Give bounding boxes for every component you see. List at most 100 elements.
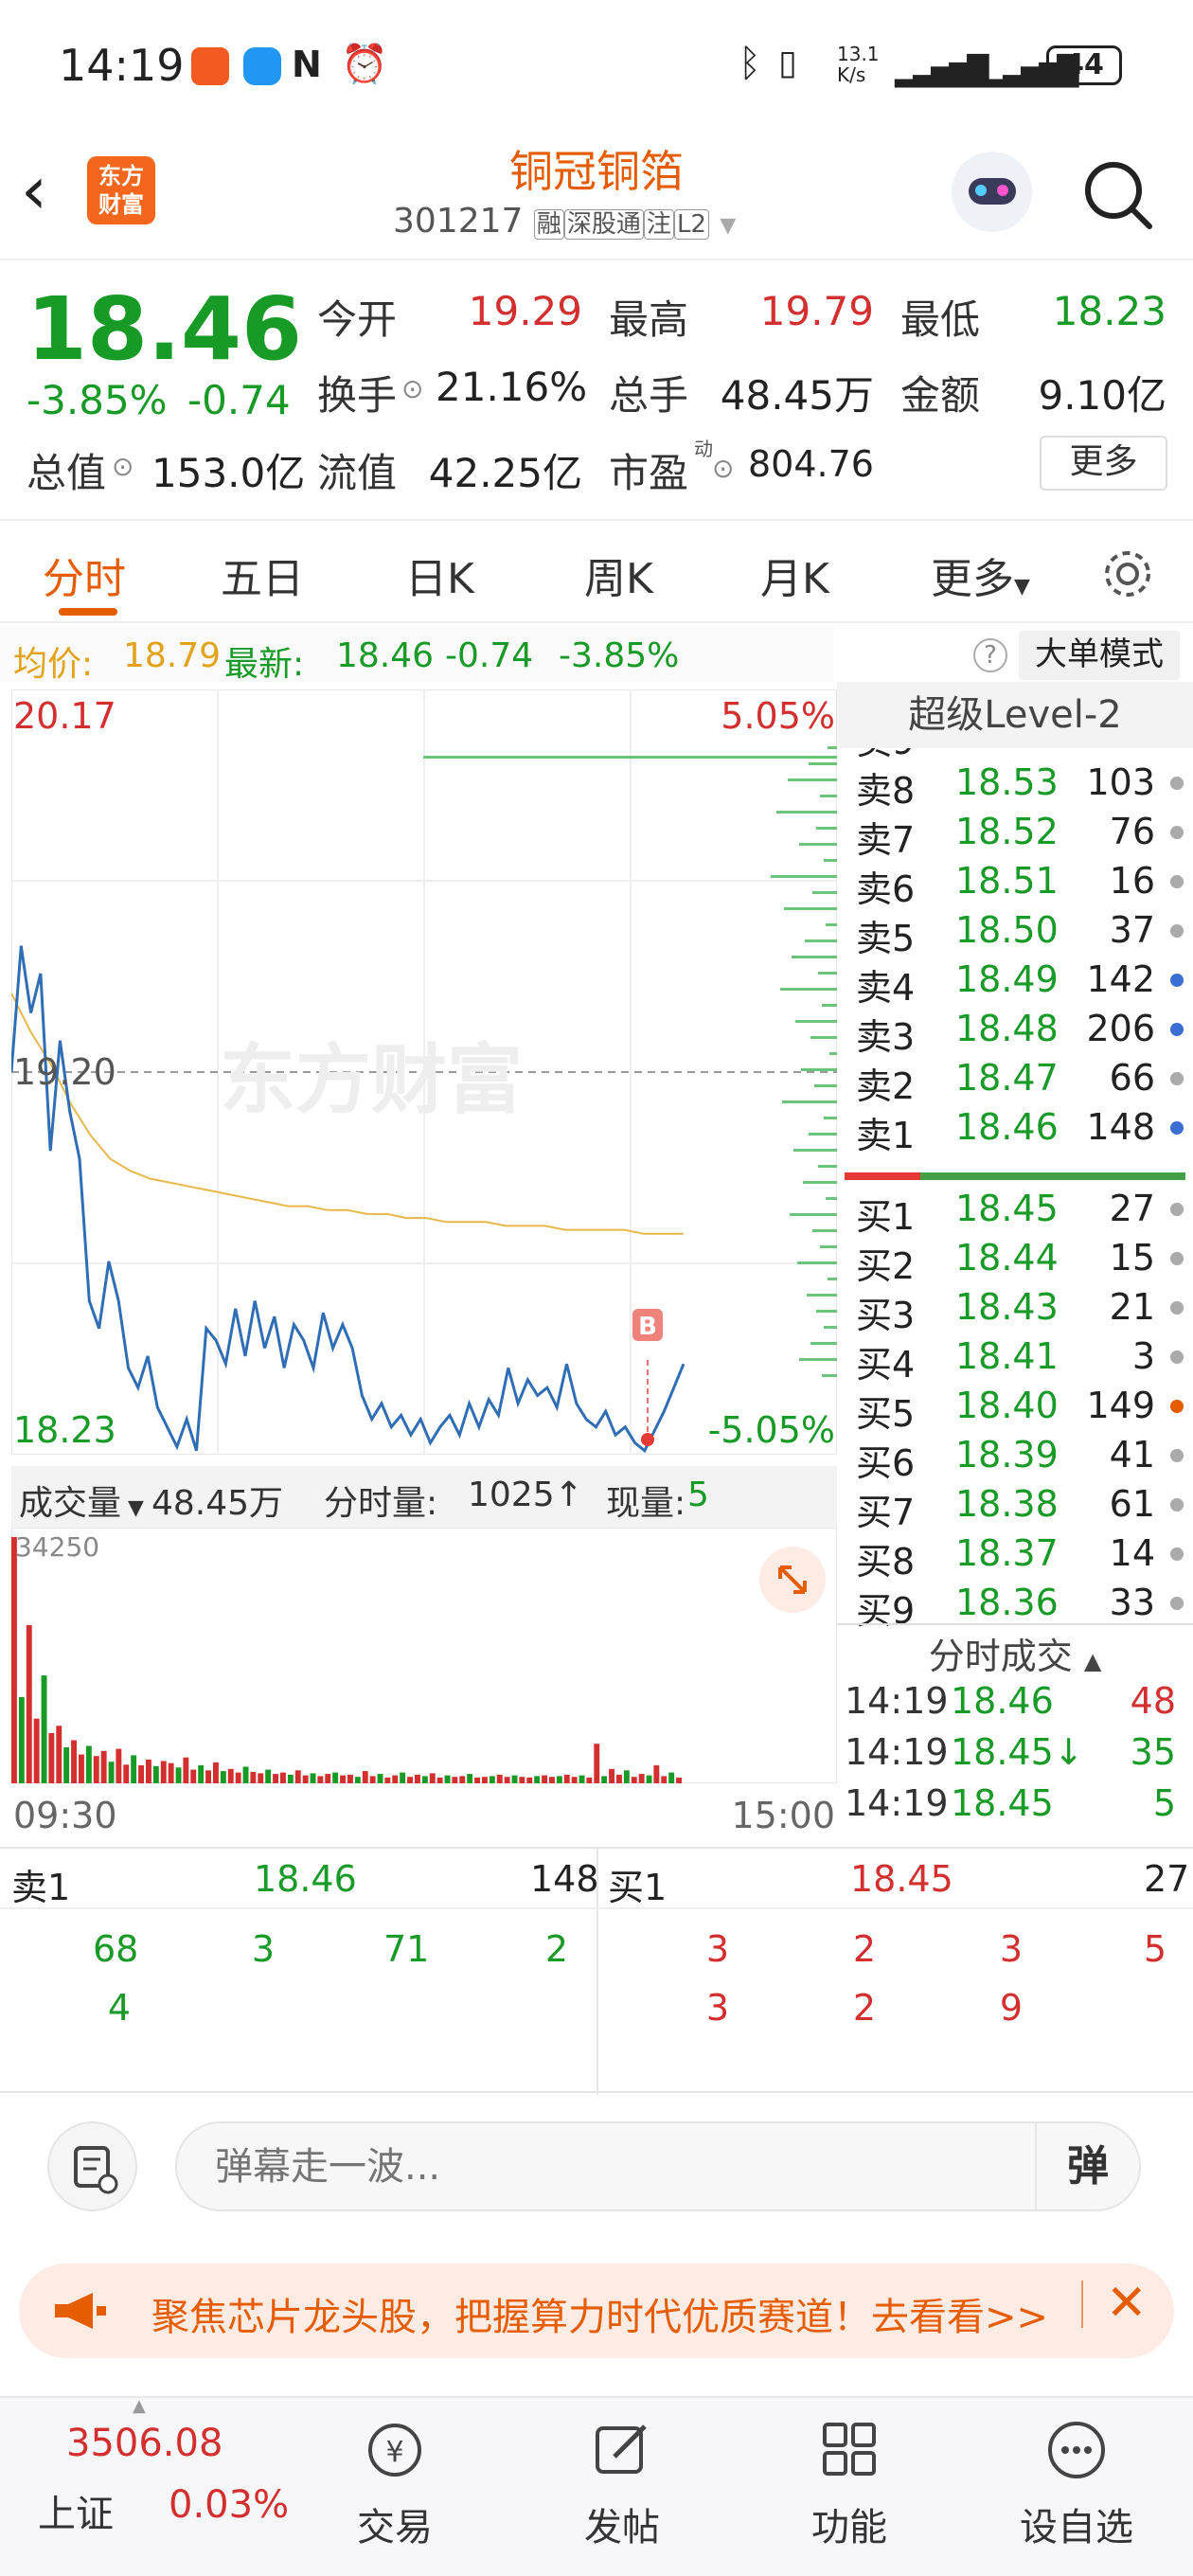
ask-row[interactable]: 卖7 18.52 76 <box>846 811 1193 861</box>
bid-level-label: 买3 <box>856 1295 916 1336</box>
volume-bar <box>18 1696 25 1783</box>
index-pct[interactable]: 0.03% <box>169 2483 289 2527</box>
volume-bar <box>294 1770 301 1783</box>
nav-add-watchlist[interactable]: 设自选 <box>1001 2417 1152 2551</box>
danmu-input[interactable] <box>175 2121 1037 2211</box>
order-dot-icon <box>1170 1449 1184 1462</box>
comment-settings-icon[interactable] <box>47 2121 137 2211</box>
robot-assistant-icon[interactable] <box>952 152 1032 232</box>
pe-value: 804.76 <box>748 443 874 485</box>
bid-price: 18.44 <box>955 1237 1059 1279</box>
info-icon: ⊙ <box>401 373 424 404</box>
bid-row[interactable]: 买8 18.37 14 <box>846 1532 1193 1583</box>
volume-bar <box>436 1777 443 1783</box>
buy-queue-order: 9 <box>999 1987 1023 2029</box>
ask-level-label: 卖7 <box>856 819 916 861</box>
bid-row[interactable]: 买7 18.38 61 <box>846 1483 1193 1533</box>
depth-bar <box>799 843 837 846</box>
volume-bar <box>310 1773 316 1783</box>
gear-icon[interactable] <box>1098 545 1157 603</box>
more-button[interactable]: 更多 <box>1040 436 1167 491</box>
ask-row[interactable]: 卖4 18.49 142 <box>846 958 1193 1009</box>
depth-bar <box>810 1342 837 1345</box>
status-bar: 14:19 N ⏰ ᛒ ▯ 13.1 K/s ▂▃▅▆█ ▂▃▅▆█ 44 <box>0 0 1193 137</box>
depth-bar <box>824 1326 837 1329</box>
ask-row[interactable]: 卖5 18.50 37 <box>846 909 1193 959</box>
index-name[interactable]: 上证 <box>38 2483 114 2538</box>
volume-bar <box>280 1772 286 1783</box>
tab-monthly-k[interactable]: 月K <box>760 545 829 605</box>
y-bottom-label: 18.23 <box>13 1409 116 1451</box>
close-icon[interactable]: ✕ <box>1106 2275 1148 2332</box>
bid-level-label: 买7 <box>856 1492 916 1533</box>
intraday-summary: 均价: 18.79 最新: 18.46 -0.74 -3.85% <box>0 627 833 684</box>
tab-weekly-k[interactable]: 周K <box>584 545 653 605</box>
bid-row[interactable]: 买5 18.40 149 <box>846 1385 1193 1435</box>
app-notification-icon <box>191 47 229 85</box>
bid-level-label: 买6 <box>856 1442 916 1484</box>
volume-bar <box>459 1776 466 1783</box>
volume-bar <box>467 1774 473 1783</box>
amount-value: 9.10亿 <box>1038 372 1166 419</box>
float-label: 流值 <box>317 450 398 496</box>
depth-bar <box>780 988 837 991</box>
trade-time: 14:19 <box>845 1680 949 1722</box>
depth-bar <box>776 811 837 814</box>
volume-selector[interactable]: 成交量 ▼ <box>19 1476 144 1525</box>
nav-trade[interactable]: ¥ 交易 <box>319 2417 471 2551</box>
bid-row[interactable]: 买3 18.43 21 <box>846 1286 1193 1336</box>
volume-bar <box>616 1774 622 1783</box>
tab-five-day[interactable]: 五日 <box>221 545 304 605</box>
bid-price: 18.39 <box>955 1434 1059 1476</box>
big-order-button[interactable]: 大单模式 <box>1019 631 1180 680</box>
depth-bar <box>816 827 837 830</box>
mktcap-label: 总值 <box>27 450 107 496</box>
order-dot-icon <box>1170 1301 1184 1315</box>
order-dot-icon <box>1170 1072 1184 1085</box>
help-icon[interactable]: ? <box>973 638 1007 672</box>
status-time: 14:19 <box>59 40 185 91</box>
bid-row[interactable]: 买6 18.39 41 <box>846 1434 1193 1484</box>
search-icon[interactable] <box>1079 156 1155 232</box>
ask-level-label: 卖8 <box>856 770 916 812</box>
intraday-chart[interactable]: 东方财富 B 20.17 19.20 18.23 5.05% -5.05% <box>11 689 837 1455</box>
danmu-button[interactable]: 弹 <box>1037 2121 1141 2211</box>
ask-row[interactable]: 卖8 18.53 103 <box>846 761 1193 812</box>
bid-row[interactable]: 买4 18.41 3 <box>846 1335 1193 1386</box>
ask-volume: 76 <box>1109 811 1155 852</box>
net-speed: 13.1 K/s <box>837 43 880 86</box>
last-pct: -3.85% <box>559 636 680 675</box>
y-mid-label: 19.20 <box>13 1051 116 1093</box>
expand-icon[interactable] <box>759 1547 826 1613</box>
volume-bar <box>71 1740 77 1783</box>
ask-row[interactable]: 卖1 18.46 148 <box>846 1106 1193 1156</box>
index-value[interactable]: 3506.08 <box>66 2422 223 2465</box>
nav-functions[interactable]: 功能 <box>774 2417 925 2551</box>
ask-volume: 206 <box>1086 1008 1155 1049</box>
bid-row[interactable]: 买2 18.44 15 <box>846 1237 1193 1287</box>
depth-bar <box>797 1261 837 1264</box>
ask-level-label: 卖5 <box>856 918 916 959</box>
tab-intraday[interactable]: 分时 <box>43 545 126 605</box>
nav-post[interactable]: 发帖 <box>546 2417 698 2551</box>
ask-row[interactable]: 卖2 18.47 66 <box>846 1057 1193 1107</box>
bid-volume: 149 <box>1086 1385 1155 1426</box>
avg-value: 18.79 <box>123 636 222 675</box>
promo-banner[interactable]: 聚焦芯片龙头股，把握算力时代优质赛道！去看看>> ✕ <box>19 2263 1174 2358</box>
volume-bar <box>63 1747 70 1783</box>
ask-row[interactable]: 卖3 18.48 206 <box>846 1008 1193 1058</box>
bid-volume: 3 <box>1131 1335 1155 1377</box>
tab-daily-k[interactable]: 日K <box>405 545 474 605</box>
volume-bar <box>579 1775 585 1783</box>
depth-bar <box>812 1229 837 1232</box>
ask-pressure-bar <box>845 1172 920 1180</box>
volume-bar <box>131 1755 137 1783</box>
dropdown-icon: ▼ <box>720 214 737 238</box>
bid-row[interactable]: 买1 18.45 27 <box>846 1188 1193 1238</box>
tab-more[interactable]: 更多▼ <box>931 545 1030 605</box>
trades-title[interactable]: 分时成交 ▲ <box>837 1627 1193 1679</box>
bid-pressure-bar <box>920 1172 1185 1180</box>
ask-row[interactable]: 卖6 18.51 16 <box>846 860 1193 910</box>
bid-price: 18.36 <box>955 1582 1059 1623</box>
volume-bar <box>653 1765 660 1783</box>
